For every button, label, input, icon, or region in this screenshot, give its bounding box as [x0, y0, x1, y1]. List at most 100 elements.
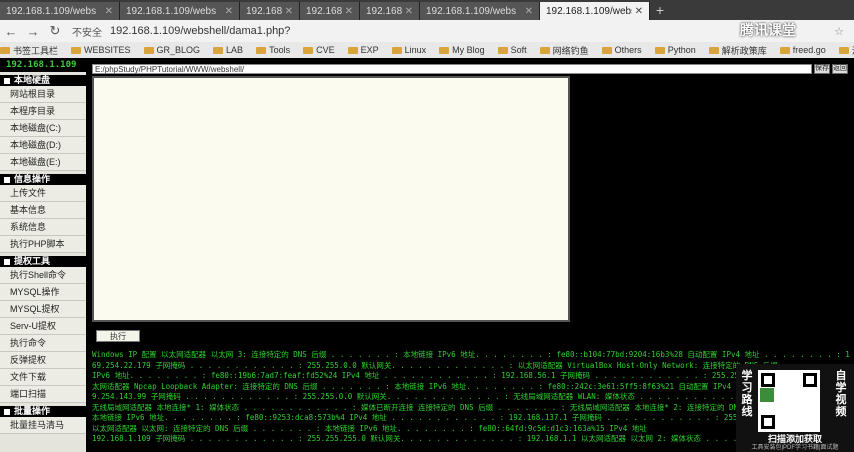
sidebar-item[interactable]: 执行Shell命令 [0, 267, 86, 284]
sidebar-item[interactable]: 反弹提权 [0, 352, 86, 369]
bookmark-item[interactable]: CVE [303, 45, 335, 55]
close-icon[interactable]: ✕ [225, 6, 233, 17]
webshell-page: 192.168.1.109 本地硬盘 网站根目录 本程序目录 本地磁盘(C:) 本地磁盘… [0, 58, 854, 452]
bookmark-label: WEBSITES [84, 45, 131, 55]
bookmark-item[interactable]: 网络钓鱼 [539, 44, 589, 57]
bookmark-item[interactable]: My Blog [439, 45, 485, 55]
folder-icon [539, 46, 550, 54]
bookmark-item[interactable]: WEBSITES [71, 45, 131, 55]
tab-label: 192.168.1.109/webs [6, 5, 97, 17]
sidebar-item[interactable]: 上传文件 [0, 185, 86, 202]
folder-icon [0, 46, 10, 54]
bookmark-item[interactable]: GR_BLOG [143, 45, 201, 55]
folder-icon [213, 46, 224, 54]
bookmark-label: Python [667, 45, 696, 55]
close-icon[interactable]: ✕ [285, 6, 293, 17]
url-field[interactable]: 192.168.1.109/webshell/dama1.php? [110, 25, 290, 37]
watermark-logo: 腾讯课堂 [740, 22, 796, 38]
sidebar-item[interactable]: MYSQL操作 [0, 284, 86, 301]
folder-icon [654, 46, 665, 54]
bookmark-item[interactable]: freed.go [779, 45, 826, 55]
promo-overlay: 学习路线 自学视频 扫描添加获取 工具安装包|PDF学习书籍|面试题 [736, 364, 854, 452]
bookmark-item[interactable]: Others [601, 45, 642, 55]
close-icon[interactable]: ✕ [525, 6, 533, 17]
sidebar-item[interactable]: 端口扫描 [0, 386, 86, 403]
browser-tab[interactable]: 192.168.1.109/webshe✕ [540, 2, 650, 20]
bookmark-item[interactable]: Soft [497, 45, 527, 55]
folder-icon [391, 46, 402, 54]
sidebar-item[interactable]: 批量挂马清马 [0, 417, 86, 434]
new-tab-icon[interactable]: + [650, 0, 670, 20]
bookmark-item[interactable]: Linux [391, 45, 427, 55]
close-icon[interactable]: ✕ [405, 6, 413, 17]
section-square-icon [4, 408, 10, 415]
section-title: 批量操作 [14, 406, 51, 416]
tab-label: 192.168.1.109/webs [426, 5, 517, 17]
browser-tab[interactable]: 192.168.1.109/webs ✕ [0, 2, 120, 20]
bookmark-label: CVE [316, 45, 335, 55]
back-button[interactable]: 返回 [832, 64, 848, 74]
browser-tab[interactable]: 192.168.1.109/webs✕ [300, 2, 360, 20]
section-square-icon [4, 176, 10, 183]
sidebar-item[interactable]: 系统信息 [0, 219, 86, 236]
tab-label: 192.168.1.109/webs [306, 5, 342, 17]
browser-tab[interactable]: 192.168.1.109/webs✕ [240, 2, 300, 20]
folder-icon [779, 46, 790, 54]
sidebar-item[interactable]: 本地磁盘(E:) [0, 154, 86, 171]
not-secure-label[interactable]: 不安全 [72, 24, 102, 39]
sidebar-item[interactable]: 网站根目录 [0, 86, 86, 103]
section-title: 本地硬盘 [14, 75, 51, 85]
sidebar-item[interactable]: 基本信息 [0, 202, 86, 219]
sidebar-item[interactable]: 本地磁盘(C:) [0, 120, 86, 137]
back-icon[interactable]: ← [0, 24, 22, 39]
sidebar-item[interactable]: 执行命令 [0, 335, 86, 352]
bookmark-item[interactable]: Python [654, 45, 696, 55]
sidebar-section-header: 批量操作 [0, 406, 86, 417]
browser-tab[interactable]: 192.168.1.109/webs✕ [360, 2, 420, 20]
sidebar-item[interactable]: 执行PHP脚本 [0, 236, 86, 253]
close-icon[interactable]: ✕ [635, 6, 643, 17]
promo-right-text: 自学视频 [835, 370, 847, 418]
folder-icon [303, 46, 314, 54]
browser-tab-strip: 192.168.1.109/webs ✕ 192.168.1.109/webs ✕ 19… [0, 0, 854, 20]
bookmark-item[interactable]: 法务 [838, 44, 854, 57]
bookmark-label: GR_BLOG [156, 45, 201, 55]
sidebar-item[interactable]: 文件下载 [0, 369, 86, 386]
tab-label: 192.168.1.109/webshe [546, 5, 632, 17]
code-editor[interactable] [92, 76, 570, 322]
bookmark-item[interactable]: Tools [256, 45, 290, 55]
execute-button[interactable]: 执行 [96, 330, 140, 342]
bookmarks-bar: 书签工具栏 WEBSITES GR_BLOG LAB Tools CVE EXP Linux M… [0, 42, 854, 58]
forward-icon[interactable]: → [22, 24, 44, 39]
save-button[interactable]: 保存 [814, 64, 830, 74]
sidebar-item[interactable]: Serv-U提权 [0, 318, 86, 335]
promo-footer: 工具安装包|PDF学习书籍|面试题 [751, 445, 839, 451]
bookmark-item[interactable]: 书签工具栏 [0, 44, 58, 57]
folder-icon [256, 46, 267, 54]
sidebar-item[interactable]: 本程序目录 [0, 103, 86, 120]
promo-left-text: 学习路线 [741, 370, 753, 418]
qr-center-icon [760, 388, 774, 402]
sidebar: 192.168.1.109 本地硬盘 网站根目录 本程序目录 本地磁盘(C:) 本地磁盘… [0, 58, 86, 452]
reload-icon[interactable]: ↻ [44, 23, 66, 39]
tab-label: 192.168.1.109/webs [246, 5, 282, 17]
bookmark-label: Others [614, 45, 642, 55]
bookmark-label: Linux [404, 45, 427, 55]
bookmark-label: EXP [360, 45, 379, 55]
sidebar-item[interactable]: 本地磁盘(D:) [0, 137, 86, 154]
folder-icon [143, 46, 154, 54]
section-title: 提权工具 [14, 256, 51, 266]
browser-tab[interactable]: 192.168.1.109/webs✕ [120, 2, 240, 20]
path-input[interactable]: E:/phpStudy/PHPTutorial/WWW/webshell/ [92, 64, 812, 74]
sidebar-section-header: 提权工具 [0, 256, 86, 267]
browser-tab[interactable]: 192.168.1.109/webs ✕ [420, 2, 540, 20]
bookmark-label: 解析政策库 [721, 45, 767, 56]
close-icon[interactable]: ✕ [345, 6, 353, 17]
close-icon[interactable]: ✕ [105, 6, 113, 17]
bookmark-item[interactable]: EXP [347, 45, 379, 55]
sidebar-item[interactable]: MYSQL提权 [0, 301, 86, 318]
bookmark-item[interactable]: LAB [213, 45, 243, 55]
path-bar: E:/phpStudy/PHPTutorial/WWW/webshell/ 保存… [86, 64, 854, 74]
bookmark-label: 书签工具栏 [13, 45, 59, 56]
bookmark-item[interactable]: 解析政策库 [708, 44, 767, 57]
